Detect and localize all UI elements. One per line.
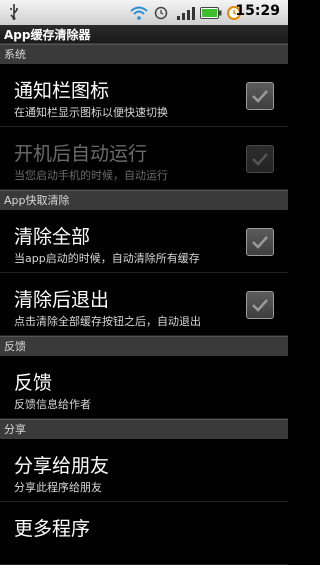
setting-feedback[interactable]: 反馈 反馈信息给作者 [0,356,288,419]
setting-clear-all[interactable]: 清除全部 当app启动的时候，自动清除所有缓存 [0,210,288,273]
setting-summary: 反馈信息给作者 [14,398,91,411]
setting-summary: 分享此程序给朋友 [14,481,102,494]
autostart-checkbox [246,145,274,173]
setting-summary: 当app启动的时候，自动清除所有缓存 [14,252,200,265]
setting-more-apps[interactable]: 更多程序 [0,502,288,565]
setting-summary: 点击清除全部缓存按钮之后，自动退出 [14,315,201,328]
section-header-share: 分享 [0,419,288,439]
setting-title: 分享给朋友 [14,455,110,477]
setting-title: 清除全部 [14,226,91,248]
checkmark-icon [252,236,268,249]
setting-summary: 当您启动手机的时候，自动运行 [14,169,168,182]
settings-list[interactable]: 系统 通知栏图标 在通知栏显示图标以便快速切换 开机后自动运行 当您启动手机的时… [0,44,288,565]
clear-all-checkbox[interactable] [246,228,274,256]
checkmark-icon [252,90,268,103]
notification-icon-checkbox[interactable] [246,82,274,110]
checkmark-icon [252,299,268,312]
section-header-feedback: 反馈 [0,336,288,356]
setting-title: 反馈 [14,372,53,394]
setting-title: 清除后退出 [14,289,110,311]
setting-notification-icon[interactable]: 通知栏图标 在通知栏显示图标以便快速切换 [0,64,288,127]
setting-title: 更多程序 [14,518,91,540]
clear-exit-checkbox[interactable] [246,291,274,319]
app-title: App缓存清除器 [4,28,91,42]
section-header-system: 系统 [0,44,288,64]
setting-title: 通知栏图标 [14,80,110,102]
setting-summary: 在通知栏显示图标以便快速切换 [14,106,168,119]
signal-icon [176,5,196,24]
app-title-bar: App缓存清除器 [0,25,288,44]
setting-share[interactable]: 分享给朋友 分享此程序给朋友 [0,439,288,502]
alarm-icon [154,5,168,24]
usb-icon [8,4,20,24]
setting-title: 开机后自动运行 [14,143,148,165]
setting-clear-exit[interactable]: 清除后退出 点击清除全部缓存按钮之后，自动退出 [0,273,288,336]
section-header-quick-clear: App快取清除 [0,190,288,210]
status-bar: 15:29 [0,0,288,25]
clock-time: 15:29 [235,3,280,19]
wifi-icon [130,5,148,24]
battery-icon [200,5,222,24]
setting-autostart: 开机后自动运行 当您启动手机的时候，自动运行 [0,127,288,190]
checkmark-icon [252,153,268,166]
